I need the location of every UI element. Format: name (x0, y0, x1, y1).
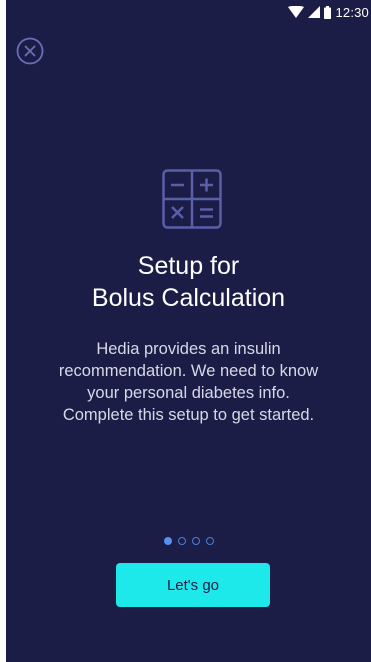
status-bar: 12:30 (6, 0, 371, 24)
page-dot-1[interactable] (163, 537, 172, 545)
description-text: Hedia provides an insulin recommendation… (58, 340, 319, 424)
title-line-1: Setup for (137, 252, 240, 280)
onboarding-screen: 12:30 Setup for Bolus Calculation Hedia … (6, 0, 371, 662)
status-time: 12:30 (335, 4, 369, 20)
calculator-icon (162, 169, 222, 229)
page-indicator (6, 537, 371, 545)
lets-go-button[interactable]: Let's go (116, 563, 270, 607)
close-circle-icon (16, 37, 44, 65)
wifi-icon (288, 6, 305, 18)
page-dot-4[interactable] (205, 537, 214, 545)
page-dot-2[interactable] (177, 537, 186, 545)
close-button[interactable] (15, 36, 45, 66)
page-dot-3[interactable] (191, 537, 200, 545)
title-line-2: Bolus Calculation (91, 284, 286, 312)
page-title: Setup for Bolus Calculation (6, 250, 371, 314)
cell-signal-icon (308, 6, 321, 18)
battery-icon (324, 5, 332, 19)
